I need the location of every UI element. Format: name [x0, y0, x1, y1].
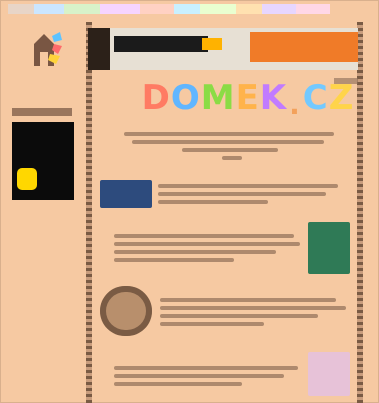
list-item-line	[160, 314, 318, 318]
sidebar-promo[interactable]	[12, 122, 74, 200]
list-item-line	[114, 374, 284, 378]
list-item-line	[158, 200, 268, 204]
intro-line-3	[182, 148, 278, 152]
list-item-line	[114, 234, 294, 238]
list-item-thumbnail[interactable]	[100, 286, 152, 336]
header-small-link[interactable]	[334, 78, 358, 84]
list-item-line	[160, 306, 346, 310]
nav-segment-2[interactable]	[34, 4, 64, 14]
intro-line-2	[132, 140, 324, 144]
nav-segment-7[interactable]	[200, 4, 236, 14]
nav-segment-10[interactable]	[296, 4, 330, 14]
site-title-letter: D	[141, 78, 171, 118]
list-item[interactable]	[100, 286, 350, 336]
banner-badge	[202, 38, 222, 50]
list-item-line	[114, 382, 242, 386]
list-item[interactable]	[100, 222, 350, 274]
list-item-line	[160, 298, 336, 302]
banner-photo	[88, 28, 110, 70]
banner-text	[114, 36, 208, 52]
list-item-line	[114, 250, 276, 254]
list-item[interactable]	[100, 352, 350, 396]
list-item-line	[114, 258, 234, 262]
site-title-letter: E	[235, 78, 260, 118]
nav-segment-6[interactable]	[174, 4, 200, 14]
nav-segment-8[interactable]	[236, 4, 262, 14]
left-sidebar	[6, 22, 76, 397]
banner-cta[interactable]	[250, 32, 358, 62]
nav-segment-3[interactable]	[64, 4, 100, 14]
list-item-line	[114, 242, 300, 246]
intro-line-4	[222, 156, 242, 160]
top-banner[interactable]	[88, 28, 358, 70]
promo-title	[20, 132, 64, 142]
left-rule	[86, 22, 92, 403]
site-title: DOMEK.CZ	[138, 78, 358, 121]
nav-segment-9[interactable]	[262, 4, 296, 14]
list-item-line	[158, 192, 326, 196]
sidebar-caption	[12, 108, 72, 116]
site-tagline	[110, 116, 345, 126]
list-item-line	[158, 184, 338, 188]
nav-segment-5[interactable]	[140, 4, 174, 14]
list-item[interactable]	[100, 176, 350, 212]
domek-logo-icon[interactable]	[24, 26, 64, 72]
list-item-thumbnail[interactable]	[308, 352, 350, 396]
list-item-thumbnail[interactable]	[100, 180, 152, 208]
list-item-thumbnail[interactable]	[308, 222, 350, 274]
list-item-line	[160, 322, 264, 326]
site-title-letter: M	[200, 78, 236, 118]
nav-segment-4[interactable]	[100, 4, 140, 14]
promo-badge-icon	[17, 168, 37, 190]
top-navigation[interactable]	[8, 4, 364, 14]
site-title-letter: O	[170, 78, 201, 118]
nav-segment-1[interactable]	[8, 4, 34, 14]
site-title-letter: K	[259, 78, 288, 118]
site-title-letter: C	[302, 78, 329, 118]
site-title-letter: Z	[328, 78, 355, 118]
intro-line-1	[124, 132, 334, 136]
list-item-line	[114, 366, 298, 370]
